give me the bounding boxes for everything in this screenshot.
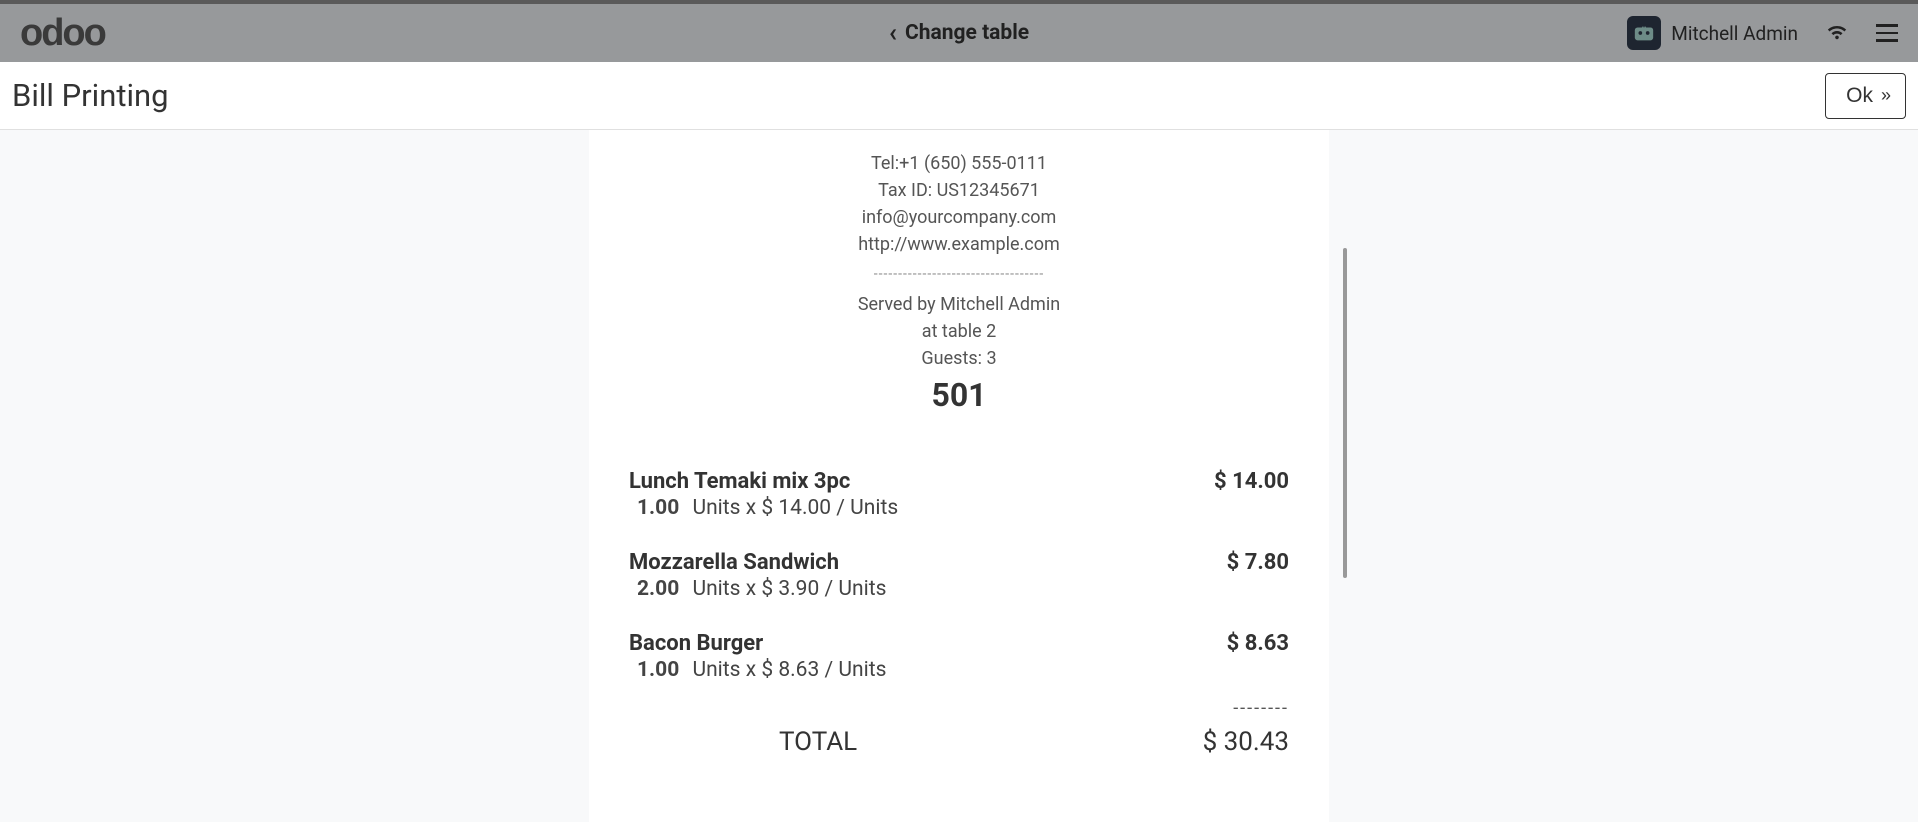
item-row: Bacon Burger 1.00 Units x $ 8.63 / Units… [629, 631, 1289, 682]
receipt-served-by: Served by Mitchell Admin [629, 291, 1289, 318]
change-table-label: Change table [905, 21, 1029, 45]
items-list: Lunch Temaki mix 3pc 1.00 Units x $ 14.0… [629, 469, 1289, 682]
item-row: Mozzarella Sandwich 2.00 Units x $ 3.90 … [629, 550, 1289, 601]
topbar-right: Mitchell Admin [1627, 16, 1898, 50]
chevron-double-right-icon: » [1881, 85, 1885, 106]
item-qty: 1.00 [637, 658, 679, 682]
item-details: 1.00 Units x $ 14.00 / Units [629, 496, 1214, 520]
receipt-tax-id: Tax ID: US12345671 [629, 177, 1289, 204]
user-menu[interactable]: Mitchell Admin [1627, 16, 1798, 50]
receipt: Tel:+1 (650) 555-0111 Tax ID: US12345671… [589, 130, 1329, 822]
hamburger-menu-icon[interactable] [1876, 24, 1898, 42]
wifi-icon[interactable] [1826, 21, 1848, 45]
item-unit-text: Units x $ 8.63 / Units [692, 658, 886, 682]
receipt-tel: Tel:+1 (650) 555-0111 [629, 150, 1289, 177]
scrollbar[interactable] [1343, 248, 1347, 578]
subheader: Bill Printing Ok » [0, 62, 1918, 130]
avatar [1627, 16, 1661, 50]
odoo-logo[interactable]: odoo [20, 12, 105, 55]
receipt-header: Tel:+1 (650) 555-0111 Tax ID: US12345671… [629, 150, 1289, 372]
item-details: 2.00 Units x $ 3.90 / Units [629, 577, 1227, 601]
username: Mitchell Admin [1671, 22, 1798, 45]
item-unit-text: Units x $ 14.00 / Units [692, 496, 898, 520]
item-price: $ 8.63 [1227, 631, 1289, 656]
item-row: Lunch Temaki mix 3pc 1.00 Units x $ 14.0… [629, 469, 1289, 520]
total-divider: -------- [629, 698, 1289, 719]
item-qty: 2.00 [637, 577, 679, 601]
chevron-left-icon: ‹ [889, 18, 897, 48]
item-qty: 1.00 [637, 496, 679, 520]
order-number: 501 [629, 376, 1289, 414]
total-label: TOTAL [779, 727, 857, 757]
change-table-button[interactable]: ‹ Change table [889, 18, 1029, 48]
item-details: 1.00 Units x $ 8.63 / Units [629, 658, 1227, 682]
total-amount: $ 30.43 [1203, 727, 1289, 757]
item-name: Mozzarella Sandwich [629, 550, 1227, 575]
receipt-website: http://www.example.com [629, 231, 1289, 258]
content-area: Tel:+1 (650) 555-0111 Tax ID: US12345671… [0, 130, 1918, 822]
ok-label: Ok [1846, 84, 1873, 108]
page-title: Bill Printing [12, 77, 169, 114]
total-row: TOTAL $ 30.43 [629, 727, 1289, 757]
receipt-email: info@yourcompany.com [629, 204, 1289, 231]
receipt-guests: Guests: 3 [629, 345, 1289, 372]
receipt-at-table: at table 2 [629, 318, 1289, 345]
ok-button[interactable]: Ok » [1825, 73, 1906, 119]
item-unit-text: Units x $ 3.90 / Units [692, 577, 886, 601]
dashed-divider: ----------------------------------- [629, 264, 1289, 285]
item-name: Lunch Temaki mix 3pc [629, 469, 1214, 494]
topbar: odoo ‹ Change table Mitchell Admin [0, 0, 1918, 62]
item-price: $ 7.80 [1227, 550, 1289, 575]
item-price: $ 14.00 [1214, 469, 1289, 494]
item-name: Bacon Burger [629, 631, 1227, 656]
